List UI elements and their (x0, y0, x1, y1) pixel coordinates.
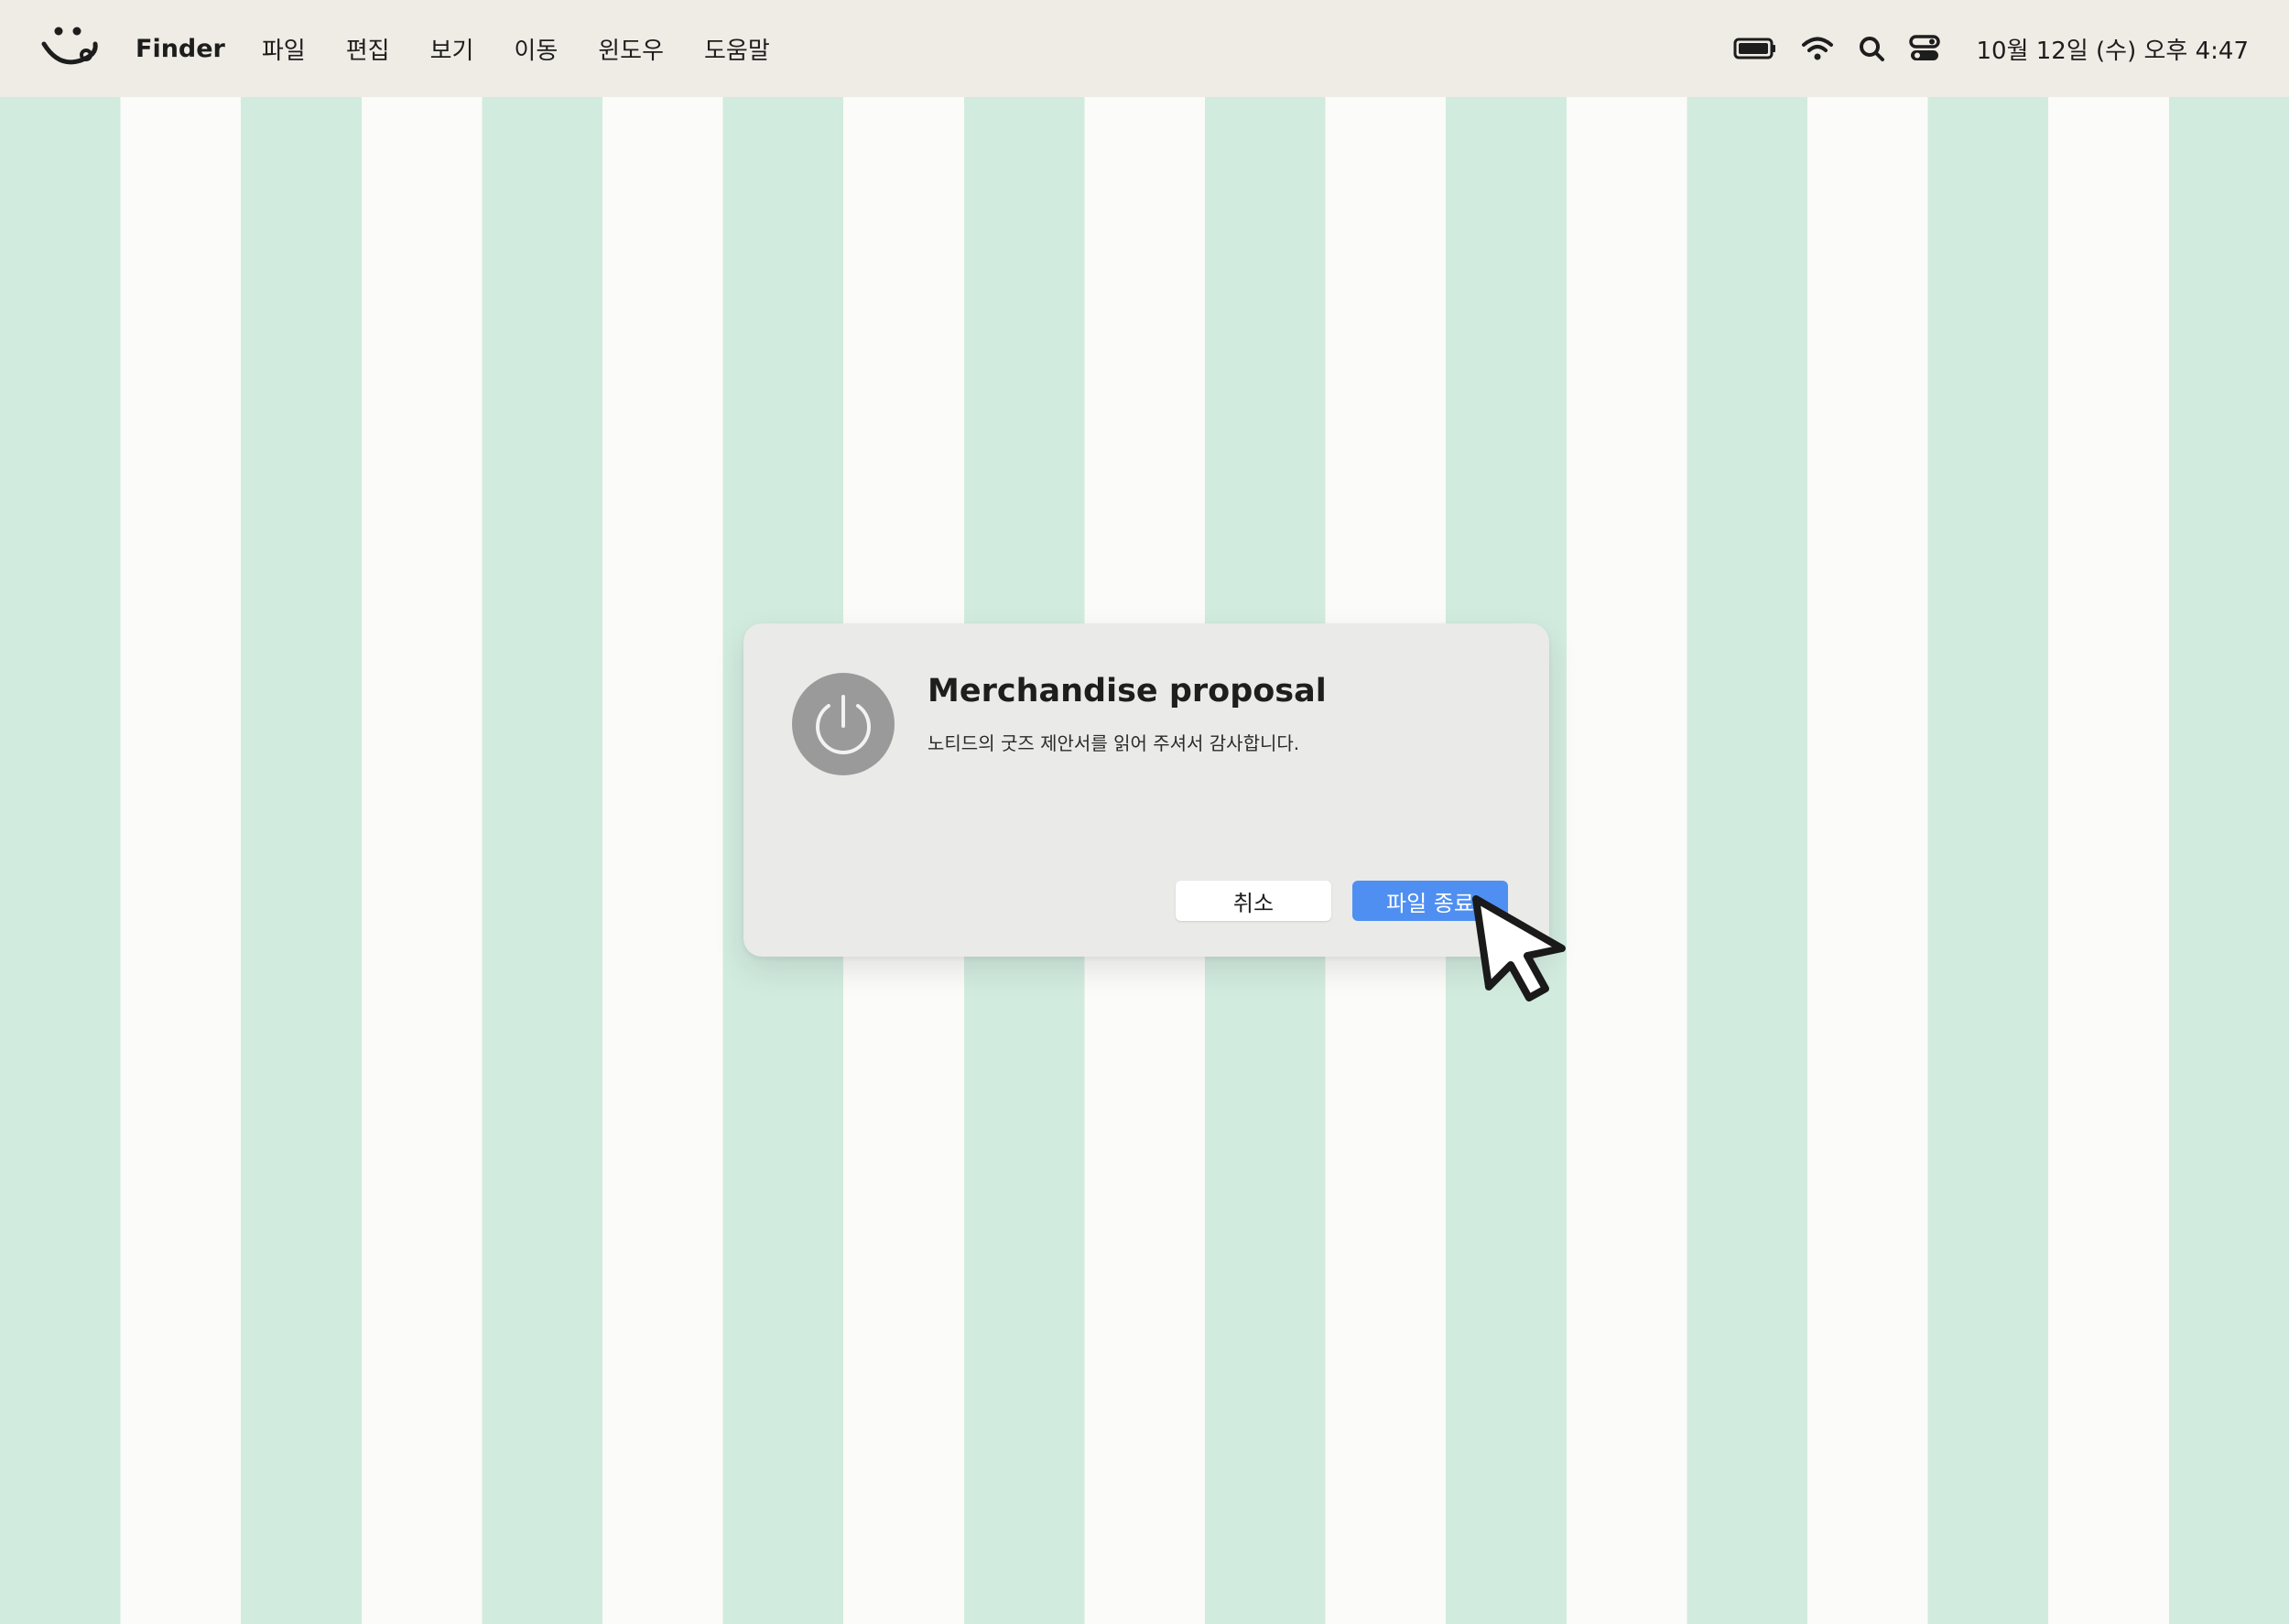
menu-view[interactable]: 보기 (430, 32, 474, 66)
menu-clock[interactable]: 10월 12일 (수) 오후 4:47 (1977, 32, 2250, 66)
search-icon[interactable] (1858, 35, 1885, 62)
menu-bar: Finder 파일 편집 보기 이동 윈도우 도움말 10월 12일 (수) 오… (0, 0, 2289, 97)
menu-edit[interactable]: 편집 (346, 32, 390, 66)
menu-items: Finder 파일 편집 보기 이동 윈도우 도움말 (136, 0, 810, 97)
dialog-message: 노티드의 굿즈 제안서를 읽어 주셔서 감사합니다. (928, 732, 1300, 754)
wifi-icon[interactable] (1801, 36, 1834, 61)
control-center-icon[interactable] (1908, 35, 1940, 62)
menu-window[interactable]: 윈도우 (598, 32, 664, 66)
power-icon (792, 673, 895, 775)
menu-app-finder[interactable]: Finder (136, 35, 225, 63)
menu-file[interactable]: 파일 (262, 32, 306, 66)
smiley-logo-icon[interactable] (40, 24, 103, 70)
dialog-title: Merchandise proposal (928, 673, 1327, 709)
close-file-button[interactable]: 파일 종료 (1352, 881, 1508, 921)
battery-icon[interactable] (1733, 37, 1777, 60)
shutdown-dialog: Merchandise proposal 노티드의 굿즈 제안서를 읽어 주셔서… (743, 623, 1549, 957)
cancel-button[interactable]: 취소 (1176, 881, 1331, 921)
status-area: 10월 12일 (수) 오후 4:47 (1709, 0, 2250, 97)
menu-help[interactable]: 도움말 (704, 32, 770, 66)
menu-go[interactable]: 이동 (514, 32, 558, 66)
